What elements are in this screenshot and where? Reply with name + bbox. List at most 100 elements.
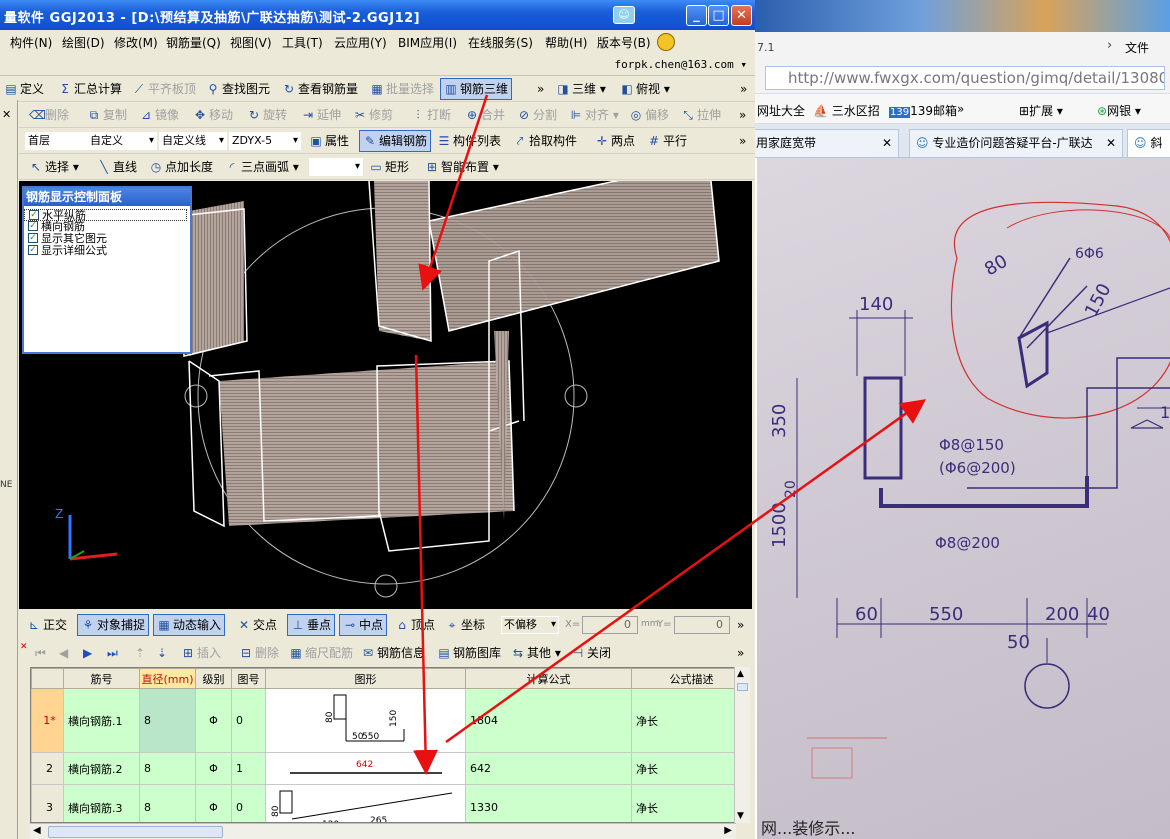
x-input[interactable]: 0 xyxy=(582,616,638,634)
two-point-button[interactable]: ✛ 两点 xyxy=(595,130,635,152)
assistant-icon[interactable]: ☺ xyxy=(613,6,635,24)
grid-delete-button[interactable]: ⊟ 删除 xyxy=(239,642,279,664)
maximize-button[interactable]: □ xyxy=(708,5,729,26)
scroll-thumb[interactable] xyxy=(48,826,223,838)
bar-shape[interactable]: 642 xyxy=(265,752,466,785)
scroll-right-icon[interactable]: ▶ xyxy=(724,825,732,836)
menu-cloud[interactable]: 云应用(Y) xyxy=(334,34,387,51)
select-button[interactable]: ↖ 选择 ▾ xyxy=(29,156,79,178)
bar-formula[interactable]: 1804 xyxy=(465,688,632,753)
bar-formula[interactable]: 1330 xyxy=(465,784,632,822)
coordinate-button[interactable]: ⌖ 坐标 xyxy=(445,614,485,636)
dock-close-icon[interactable]: ✕ xyxy=(2,108,11,121)
col-grade[interactable]: 级别 xyxy=(195,668,232,689)
pick-component-button[interactable]: ⤤ 拾取构件 xyxy=(513,130,577,152)
table-row[interactable]: 1* 横向钢筋.1 8 Φ 0 50 550 150 80 1804 净长 xyxy=(31,688,749,753)
category-select[interactable]: 自定义 xyxy=(87,132,157,150)
find-element-button[interactable]: ⚲ 查找图元 xyxy=(206,78,270,100)
bar-formula-desc[interactable]: 净长 xyxy=(631,688,749,753)
menu-draw[interactable]: 绘图(D) xyxy=(62,34,105,51)
url-input[interactable]: http://www.fwxgx.com/question/gimq/detai… xyxy=(765,66,1165,90)
close-button[interactable]: ✕ xyxy=(731,5,752,26)
sum-button[interactable]: Σ 汇总计算 xyxy=(58,78,122,100)
3d-view-button[interactable]: ◨ 三维 ▾ xyxy=(556,78,606,100)
offset-button[interactable]: ◎ 偏移 xyxy=(629,104,669,126)
scroll-up-icon[interactable]: ▲ xyxy=(737,669,744,679)
copy-button[interactable]: ⧉ 复制 xyxy=(87,104,127,126)
grid-close-marker[interactable]: ✕ xyxy=(20,642,28,652)
other-button[interactable]: ⇆ 其他 ▾ xyxy=(511,642,561,664)
bar-name[interactable]: 横向钢筋.1 xyxy=(63,688,140,753)
bar-name[interactable]: 横向钢筋.3 xyxy=(63,784,140,822)
file-menu[interactable]: 文件 xyxy=(1125,39,1149,56)
row-number[interactable]: 3 xyxy=(31,784,64,822)
col-bar-no[interactable]: 筋号 xyxy=(63,668,140,689)
dynamic-input-button[interactable]: ▦ 动态输入 xyxy=(153,614,226,636)
rotate-button[interactable]: ↻ 旋转 xyxy=(247,104,287,126)
tab-home-broadband[interactable]: 用家庭宽带 ✕ xyxy=(755,129,899,157)
perpendicular-button[interactable]: ⊥ 垂点 xyxy=(287,614,336,636)
rebar-library-button[interactable]: ▤ 钢筋图库 xyxy=(437,642,501,664)
move-button[interactable]: ✥ 移动 xyxy=(193,104,233,126)
intersection-button[interactable]: ✕ 交点 xyxy=(237,614,277,636)
bar-diameter[interactable]: 8 xyxy=(139,688,196,753)
extend-button[interactable]: ⇥ 延伸 xyxy=(301,104,341,126)
delete-button[interactable]: ⌫删除 xyxy=(29,104,69,126)
component-select[interactable]: ZDYX-5 xyxy=(229,132,301,150)
line-button[interactable]: ╲ 直线 xyxy=(97,156,137,178)
move-down-button[interactable]: ⇣ xyxy=(157,642,167,664)
fav-overflow[interactable]: » xyxy=(957,102,964,116)
option-detailed-formula[interactable]: ✓ 显示详细公式 xyxy=(24,245,190,257)
table-vertical-scrollbar[interactable]: ▲ ▼ xyxy=(734,667,750,823)
toolbar-overflow[interactable]: » xyxy=(537,78,544,100)
move-up-button[interactable]: ⇡ xyxy=(135,642,145,664)
tab-close-icon[interactable]: ✕ xyxy=(1105,130,1116,156)
split-button[interactable]: ⊘ 分割 xyxy=(517,104,557,126)
bar-shape[interactable]: 80 120 265 xyxy=(265,784,466,822)
prev-record-button[interactable]: ◀ xyxy=(59,642,68,664)
bar-formula[interactable]: 642 xyxy=(465,752,632,785)
fav-139mail[interactable]: 139139邮箱 xyxy=(889,102,957,119)
tab-close-icon[interactable]: ✕ xyxy=(882,130,892,156)
bar-fig-no[interactable]: 0 xyxy=(231,688,266,753)
col-diameter[interactable]: 直径(mm) xyxy=(139,668,196,689)
align-button[interactable]: ⊫ 对齐 ▾ xyxy=(569,104,619,126)
scroll-thumb[interactable] xyxy=(737,683,748,691)
tab-active[interactable]: ☺ 斜 xyxy=(1127,129,1170,157)
edit-rebar-button[interactable]: ✎ 编辑钢筋 xyxy=(359,130,432,152)
row-number[interactable]: 2 xyxy=(31,752,64,785)
table-row[interactable]: 3 横向钢筋.3 8 Φ 0 80 120 265 1330 xyxy=(31,784,749,822)
point-length-button[interactable]: ◷ 点加长度 xyxy=(149,156,213,178)
bar-fig-no[interactable]: 1 xyxy=(231,752,266,785)
bar-formula-desc[interactable]: 净长 xyxy=(631,784,749,822)
menu-modify[interactable]: 修改(M) xyxy=(114,34,158,51)
midpoint-button[interactable]: ⊸ 中点 xyxy=(339,614,388,636)
flat-slab-button[interactable]: ⟋ 平齐板顶 xyxy=(132,78,196,100)
bar-grade[interactable]: Φ xyxy=(195,784,232,822)
scale-rebar-button[interactable]: ▦ 缩尺配筋 xyxy=(289,642,353,664)
extensions-button[interactable]: ⊞扩展 ▾ xyxy=(1019,102,1063,119)
bar-diameter[interactable]: 8 xyxy=(139,752,196,785)
stretch-button[interactable]: ⤡ 拉伸 xyxy=(681,104,721,126)
menu-tools[interactable]: 工具(T) xyxy=(282,34,323,51)
view-rebar-qty-button[interactable]: ↻ 查看钢筋量 xyxy=(282,78,358,100)
break-button[interactable]: ⫶ 打断 xyxy=(411,104,451,126)
menu-component[interactable]: 构件(N) xyxy=(10,34,52,51)
minimize-button[interactable]: _ xyxy=(686,5,707,26)
merge-button[interactable]: ⊕ 合并 xyxy=(465,104,505,126)
bar-grade[interactable]: Φ xyxy=(195,688,232,753)
toolbar-overflow-6[interactable]: » xyxy=(737,642,744,664)
toolbar-overflow-4[interactable]: » xyxy=(739,130,746,152)
y-input[interactable]: 0 xyxy=(674,616,730,634)
menu-help[interactable]: 帮助(H) xyxy=(545,34,587,51)
rebar-info-button[interactable]: ✉ 钢筋信息 xyxy=(361,642,425,664)
scroll-down-icon[interactable]: ▼ xyxy=(737,811,744,821)
bar-grade[interactable]: Φ xyxy=(195,752,232,785)
menu-version[interactable]: 版本号(B) xyxy=(597,34,651,51)
bar-formula-desc[interactable]: 净长 xyxy=(631,752,749,785)
user-account[interactable]: forpk.chen@163.com ▾ xyxy=(615,58,747,71)
bar-shape[interactable]: 50 550 150 80 xyxy=(265,688,466,753)
toolbar-overflow-2[interactable]: » xyxy=(740,78,747,100)
three-point-arc-button[interactable]: ◜ 三点画弧 ▾ xyxy=(225,156,299,178)
toolbar-overflow-3[interactable]: » xyxy=(739,104,746,126)
